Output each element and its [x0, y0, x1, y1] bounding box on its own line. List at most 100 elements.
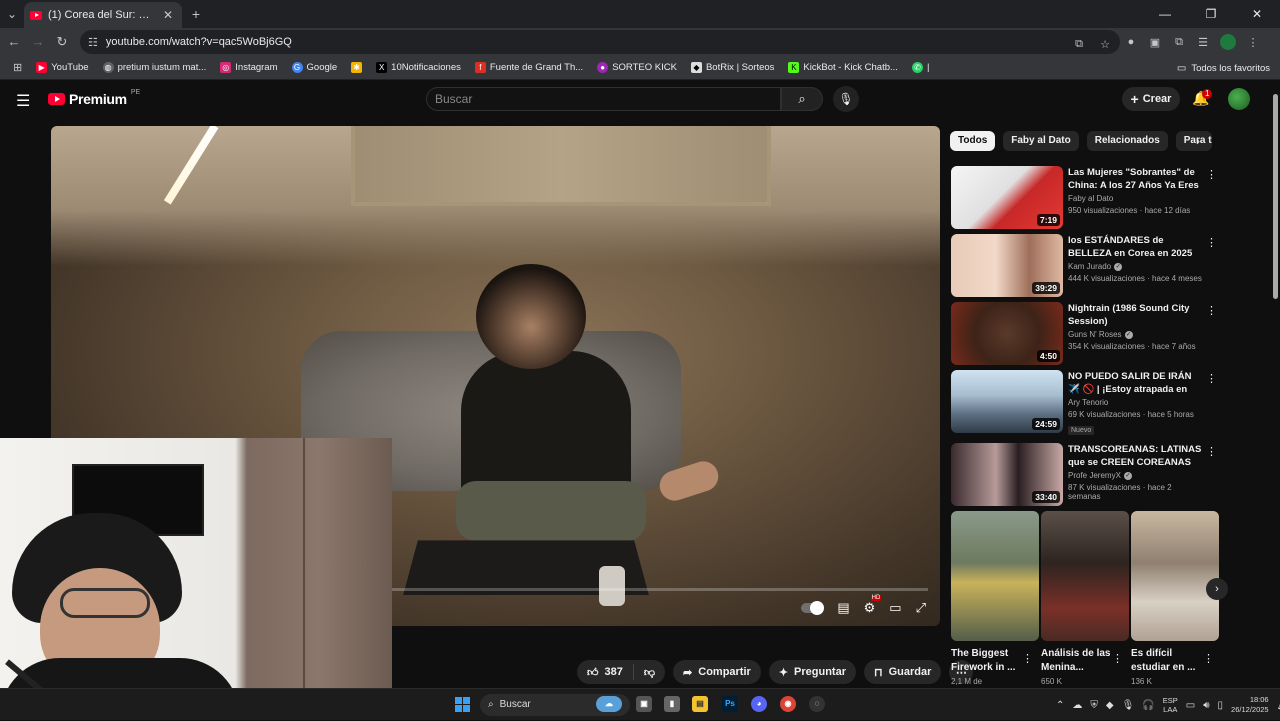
more-options-icon[interactable]: ⋮ — [1203, 652, 1214, 665]
install-app-icon[interactable]: ⧉ — [1072, 38, 1086, 51]
short-thumbnail[interactable] — [951, 511, 1039, 641]
search-button[interactable]: ⌕ — [781, 87, 823, 111]
reading-list-icon[interactable]: ☰ — [1196, 36, 1210, 49]
more-options-icon[interactable]: ⋮ — [1206, 168, 1217, 181]
video-title[interactable]: Las Mujeres "Sobrantes" de China: A los … — [1068, 166, 1203, 192]
file-explorer-icon[interactable]: ▤ — [692, 696, 708, 712]
settings-gear-icon[interactable]: ⚙ — [864, 595, 881, 616]
channel-name[interactable]: Faby al Dato — [1068, 194, 1203, 203]
bookmark-pinwheel[interactable]: ✱ — [346, 62, 367, 73]
close-tab-icon[interactable]: ✕ — [160, 7, 176, 23]
taskbar-clock[interactable]: 18:06 26/12/2025 — [1231, 695, 1269, 715]
more-options-icon[interactable]: ⋮ — [1206, 445, 1217, 458]
recommended-video[interactable]: 33:40 TRANSCOREANAS: LATINAS que se CREE… — [951, 443, 1221, 507]
shorts-next-icon[interactable]: › — [1206, 578, 1228, 600]
puzzle-icon[interactable]: ⧉ — [1172, 36, 1186, 49]
video-thumbnail[interactable]: 7:19 — [951, 166, 1063, 229]
share-button[interactable]: ➦ Compartir — [673, 660, 761, 684]
app-icon[interactable]: ▮ — [664, 696, 680, 712]
maximize-icon[interactable]: ❐ — [1188, 0, 1234, 28]
profile-avatar[interactable] — [1220, 34, 1236, 50]
chevron-right-icon[interactable]: › — [1196, 134, 1200, 148]
forward-icon[interactable]: → — [28, 32, 48, 52]
menu-icon[interactable]: ☰ — [16, 91, 30, 111]
video-thumbnail[interactable]: 33:40 — [951, 443, 1063, 506]
recommended-video[interactable]: 24:59 NO PUEDO SALIR DE IRÁN ✈️ 🚫 | ¡Est… — [951, 370, 1221, 435]
headset-icon[interactable]: 🎧 — [1142, 700, 1154, 711]
shield-icon[interactable]: ⛨ — [1090, 700, 1098, 711]
recommended-video[interactable]: 39:29 los ESTÁNDARES de BELLEZA en Corea… — [951, 234, 1221, 298]
more-options-icon[interactable]: ⋮ — [1112, 652, 1123, 665]
bookmark-kickbot[interactable]: K KickBot - Kick Chatb... — [783, 62, 903, 73]
chip-related[interactable]: Relacionados — [1086, 131, 1168, 151]
battery-icon[interactable]: ▯ — [1218, 700, 1224, 711]
theater-mode-icon[interactable]: ▭ — [889, 600, 901, 616]
video-thumbnail[interactable]: 4:50 — [951, 302, 1063, 365]
task-view-icon[interactable]: ▣ — [636, 696, 652, 712]
recommended-video[interactable]: 7:19 Las Mujeres "Sobrantes" de China: A… — [951, 166, 1221, 230]
photoshop-icon[interactable]: Ps — [722, 696, 738, 712]
app-icon[interactable]: ◌ — [809, 696, 825, 712]
app-tray-icon[interactable]: ◆ — [1106, 700, 1114, 711]
channel-name[interactable]: Profe JeremyX ✓ — [1068, 471, 1203, 480]
onedrive-icon[interactable]: ☁ — [1072, 700, 1082, 711]
bookmark-gta-source[interactable]: f Fuente de Grand Th... — [470, 62, 588, 73]
ask-button[interactable]: ✦ Preguntar — [768, 660, 856, 684]
more-options-icon[interactable]: ⋮ — [1022, 652, 1033, 665]
reload-icon[interactable]: ↻ — [52, 32, 72, 52]
chrome-icon[interactable]: ◉ — [780, 696, 796, 712]
short-thumbnail[interactable] — [1131, 511, 1219, 641]
browser-tab[interactable]: (1) Corea del Sur: RICOS pero II ✕ — [24, 2, 182, 28]
extension-icon[interactable]: ● — [1124, 36, 1138, 48]
bookmark-youtube[interactable]: ▶ YouTube — [31, 62, 93, 73]
video-thumbnail[interactable]: 24:59 — [951, 370, 1063, 433]
chevron-up-icon[interactable]: ⌃ — [1056, 700, 1064, 711]
chip-all[interactable]: Todos — [950, 131, 996, 151]
microphone-icon[interactable]: 🎙 — [1122, 700, 1135, 711]
back-icon[interactable]: ← — [4, 32, 24, 52]
all-favorites[interactable]: ▭ Todos los favoritos — [1177, 56, 1270, 80]
short-title[interactable]: The Biggest Firework in ... — [951, 647, 1031, 675]
url-field[interactable]: ☷ youtube.com/watch?v=qac5WoBj6GQ ⧉ ☆ — [80, 30, 1120, 54]
youtube-premium-logo[interactable]: Premium PE — [48, 89, 140, 107]
like-button[interactable]: 👍︎ 387 — [577, 664, 634, 680]
bookmark-pretium[interactable]: ◍ pretium iustum mat... — [98, 62, 212, 73]
create-button[interactable]: + Crear — [1122, 87, 1180, 111]
more-options-icon[interactable]: ⋮ — [1206, 236, 1217, 249]
windows-start-icon[interactable] — [455, 697, 470, 712]
voice-search-button[interactable]: 🎙 — [833, 86, 859, 112]
chip-faby-al-dato[interactable]: Faby al Dato — [1003, 131, 1079, 151]
save-button[interactable]: ⊓ Guardar — [864, 660, 942, 684]
autoplay-toggle[interactable] — [801, 601, 825, 615]
fullscreen-icon[interactable]: ⤢ — [916, 600, 926, 616]
volume-icon[interactable]: 🔊︎ — [1203, 700, 1209, 711]
discord-icon[interactable]: ◕ — [751, 696, 767, 712]
bookmark-star-icon[interactable]: ☆ — [1098, 38, 1112, 51]
chrome-menu-icon[interactable]: ⋮ — [1246, 36, 1260, 49]
short-title[interactable]: Análisis de las Menina... — [1041, 647, 1121, 675]
video-thumbnail[interactable]: 39:29 — [951, 234, 1063, 297]
extension-icon[interactable]: ▣ — [1148, 36, 1162, 49]
bookmark-instagram[interactable]: ◎ Instagram — [215, 62, 282, 73]
video-title[interactable]: TRANSCOREANAS: LATINAS que se CREEN CORE… — [1068, 443, 1203, 469]
channel-name[interactable]: Kam Jurado ✓ — [1068, 262, 1203, 271]
apps-grid-icon[interactable]: ⊞ — [8, 61, 27, 74]
notifications-icon[interactable]: 🔔︎ — [1277, 700, 1280, 711]
search-input[interactable]: Buscar — [426, 87, 781, 111]
site-info-icon[interactable]: ☷ — [88, 36, 98, 49]
recommended-video[interactable]: 4:50 Nightrain (1986 Sound City Session)… — [951, 302, 1221, 366]
account-avatar[interactable] — [1228, 88, 1250, 110]
short-title[interactable]: Es difícil estudiar en ... — [1131, 647, 1211, 675]
video-title[interactable]: los ESTÁNDARES de BELLEZA en Corea en 20… — [1068, 234, 1203, 260]
channel-name[interactable]: Ary Tenorio — [1068, 398, 1203, 407]
bookmark-whatsapp[interactable]: ✆ | — [907, 62, 934, 73]
chip-for-you[interactable]: Para ti — [1175, 131, 1212, 151]
bookmark-google[interactable]: G Google — [287, 62, 343, 73]
video-title[interactable]: Nightrain (1986 Sound City Session) — [1068, 302, 1203, 328]
channel-name[interactable]: Guns N' Roses ✓ — [1068, 330, 1203, 339]
short-thumbnail[interactable] — [1041, 511, 1129, 641]
bookmark-sorteo-kick[interactable]: ● SORTEO KICK — [592, 62, 682, 73]
weather-widget-icon[interactable]: ☁ — [596, 696, 622, 712]
subtitles-icon[interactable]: ▤ — [837, 600, 849, 616]
more-options-icon[interactable]: ⋮ — [1206, 372, 1217, 385]
